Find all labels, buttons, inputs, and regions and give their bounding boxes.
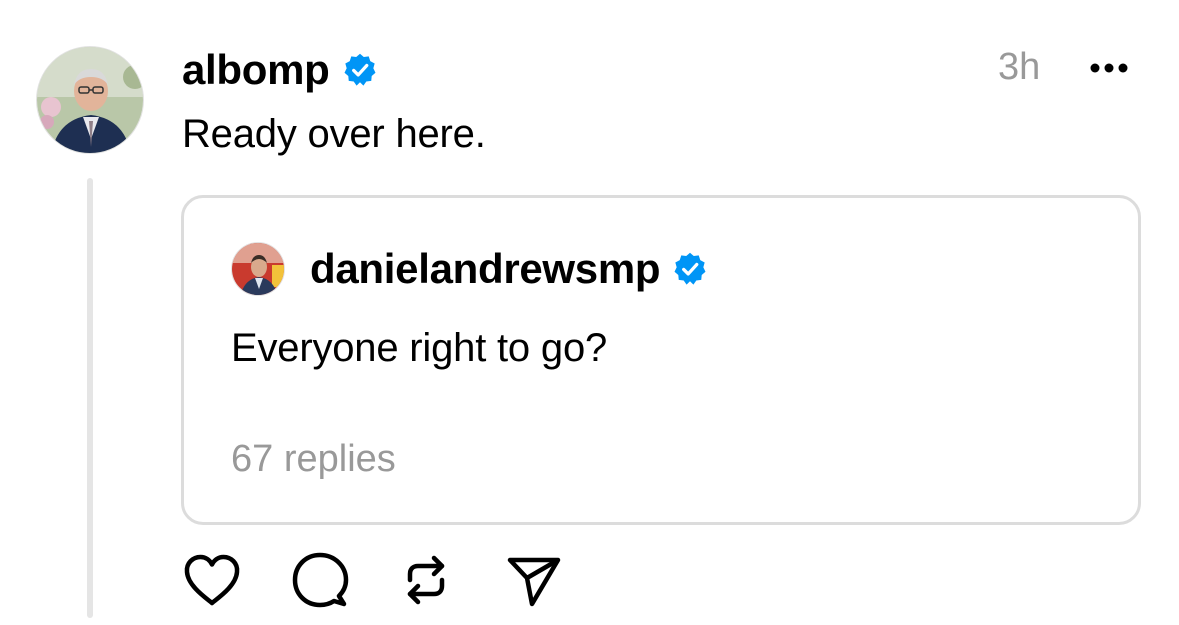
post-header: albomp — [182, 42, 378, 98]
verified-badge-icon — [342, 52, 378, 88]
repost-button[interactable] — [394, 548, 458, 612]
share-button[interactable] — [502, 548, 566, 612]
repost-arrows-icon — [407, 555, 445, 605]
post-text: Ready over here. — [182, 112, 486, 156]
verified-badge-icon — [672, 251, 708, 287]
paper-plane-icon — [507, 557, 561, 607]
thread-line — [87, 178, 93, 618]
like-button[interactable] — [180, 548, 244, 612]
more-options-button[interactable] — [1083, 50, 1135, 86]
more-dots-icon — [1090, 63, 1128, 73]
quoted-author-username[interactable]: danielandrewsmp — [310, 245, 661, 293]
post-timestamp: 3h — [998, 46, 1041, 88]
quoted-post-replies-count[interactable]: 67 replies — [231, 438, 396, 481]
reply-button[interactable] — [288, 548, 352, 612]
author-username[interactable]: albomp — [182, 46, 330, 94]
quoted-author-avatar-photo — [232, 243, 284, 295]
speech-bubble-icon — [292, 552, 349, 608]
quoted-post-text: Everyone right to go? — [231, 326, 608, 370]
author-avatar-photo — [37, 47, 143, 153]
quoted-post-header: danielandrewsmp — [310, 242, 708, 296]
quoted-post-card[interactable]: danielandrewsmp Everyone right to go? 67… — [181, 195, 1141, 525]
heart-icon — [184, 554, 240, 606]
quoted-author-avatar[interactable] — [231, 242, 285, 296]
author-avatar[interactable] — [36, 46, 144, 154]
